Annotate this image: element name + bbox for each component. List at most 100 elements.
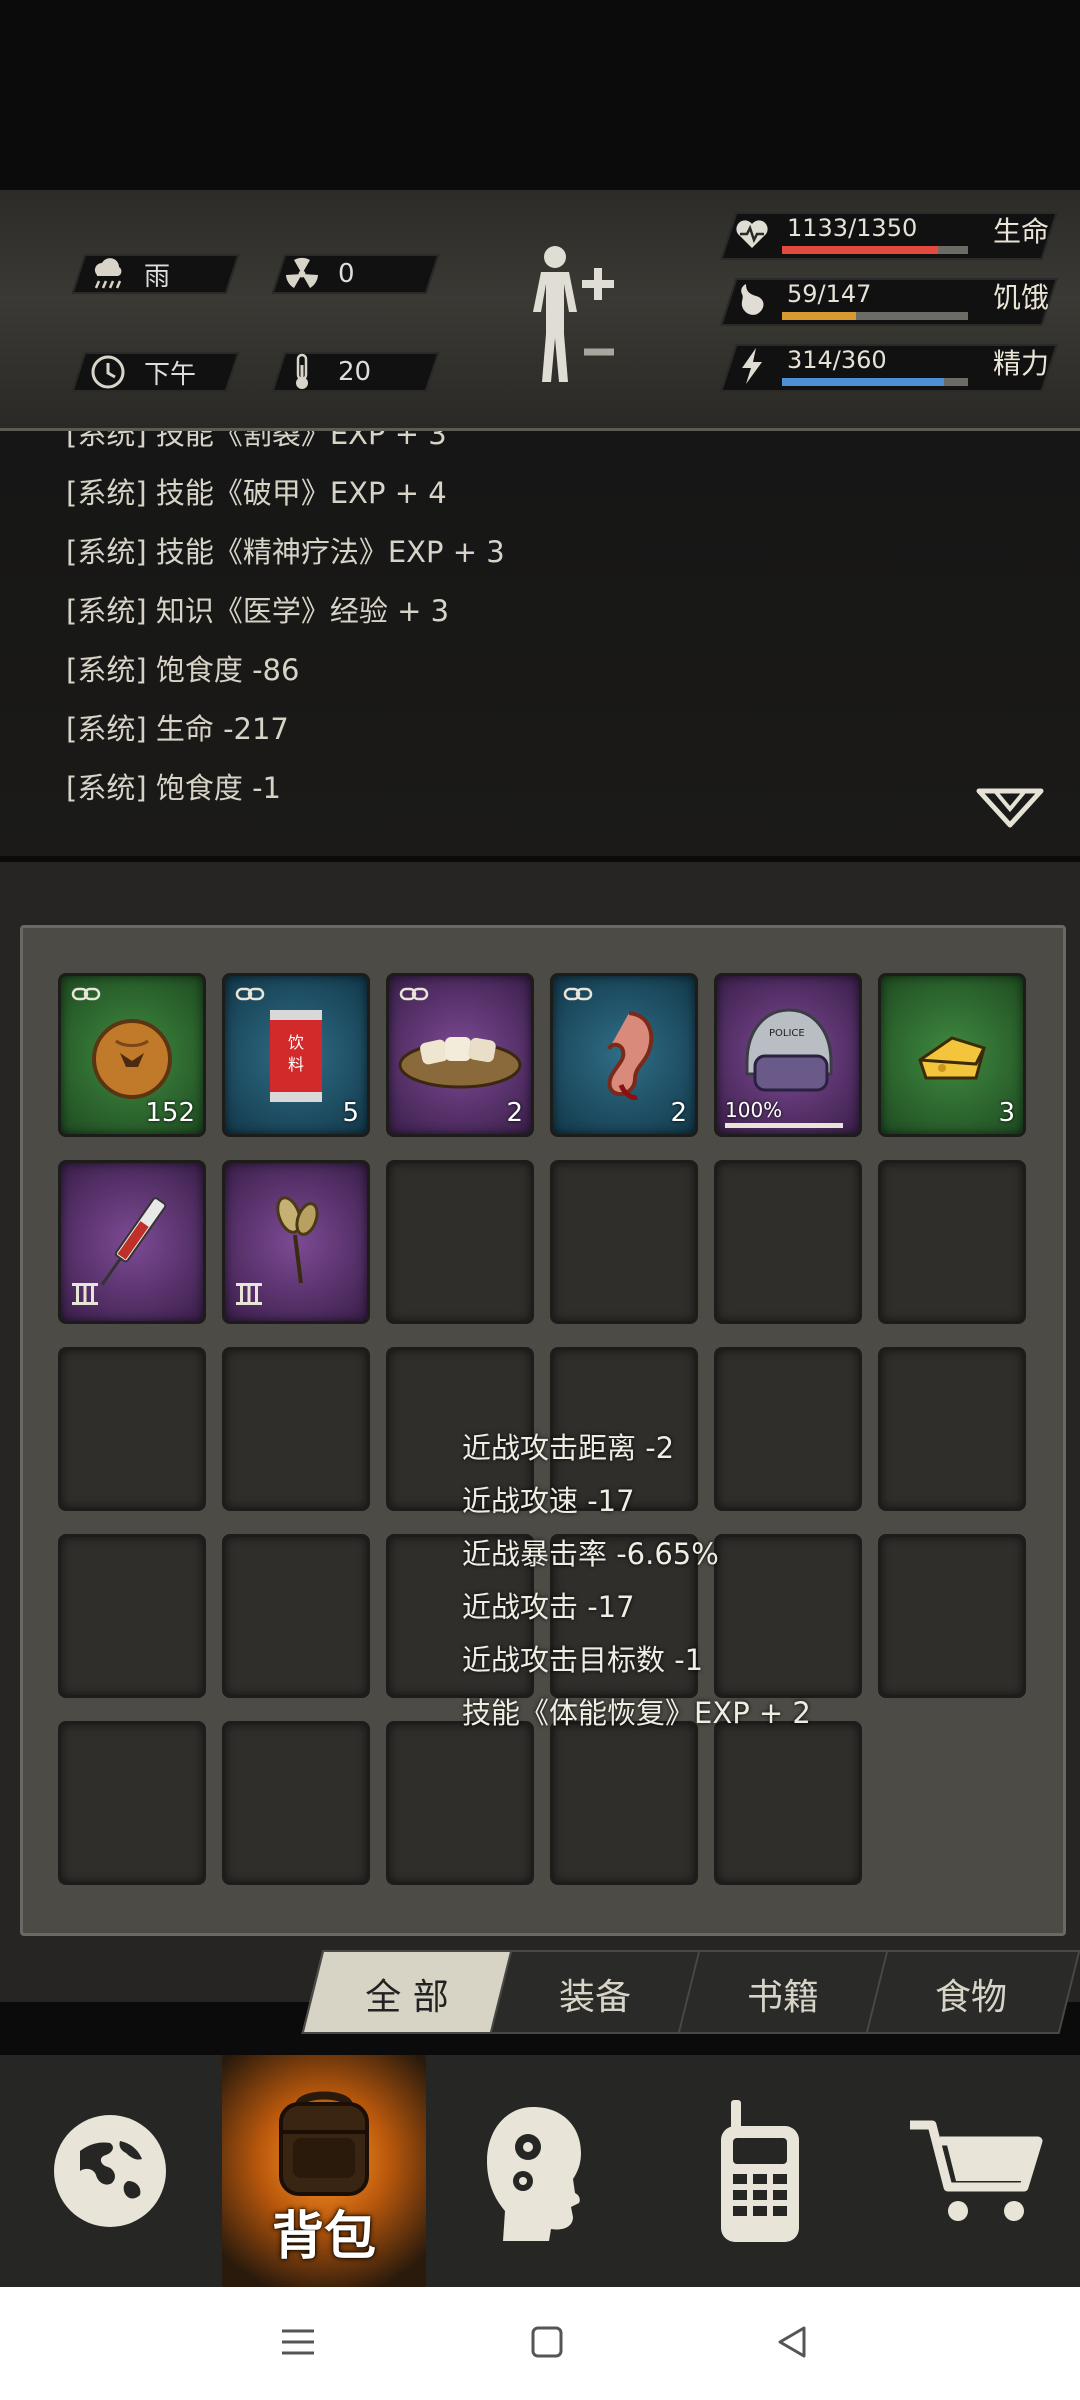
- vital-name: 饥饿: [993, 281, 1050, 314]
- durability-label: 100%: [725, 1098, 783, 1122]
- tab-label: 食物: [934, 1977, 1007, 2018]
- link-icon: [563, 986, 593, 1002]
- heart-icon: [732, 214, 772, 258]
- empty-slot[interactable]: [58, 1347, 206, 1511]
- status-panel: 雨 0 下午 20 1133/1350 生命 59/147 饥饿 314/360 精力: [0, 190, 1080, 431]
- item-bread-plate-slot[interactable]: 2: [386, 973, 534, 1137]
- vital-bar-fill: [782, 312, 857, 320]
- link-icon: [235, 986, 265, 1002]
- empty-slot[interactable]: [714, 1721, 862, 1885]
- globe-icon: [54, 2115, 166, 2227]
- shopping-cart-icon: [910, 2120, 1043, 2221]
- temperature-value: 20: [338, 357, 372, 387]
- vital-value: 59/147: [787, 280, 872, 308]
- log-line: [系统] 饱食度 -1: [66, 771, 281, 805]
- item-count: 2: [670, 1098, 687, 1128]
- menu-lines-icon: [282, 2329, 314, 2355]
- nav-radio-button[interactable]: [650, 2055, 870, 2287]
- item-cheese-slot[interactable]: 3: [878, 973, 1026, 1137]
- item-syringe-slot[interactable]: [58, 1160, 206, 1324]
- item-police-helmet-slot[interactable]: POLICE 100%: [714, 973, 862, 1137]
- radiation-icon: [282, 254, 322, 294]
- empty-slot[interactable]: [550, 1721, 698, 1885]
- durability-bar: [725, 1123, 843, 1128]
- item-ear-slot[interactable]: 2: [550, 973, 698, 1137]
- tier-icon: [235, 1281, 263, 1307]
- tooltip-line: 近战攻击距离 -2: [462, 1431, 675, 1465]
- log-line: [系统] 技能《破甲》EXP + 4: [66, 476, 447, 510]
- weather-label: 雨: [144, 261, 171, 292]
- square-icon: [531, 2326, 563, 2358]
- nav-shop-button[interactable]: [872, 2055, 1080, 2287]
- weather-indicator: 雨: [88, 254, 170, 294]
- walkie-talkie-icon: [721, 2100, 799, 2242]
- nav-backpack-label: 背包: [271, 2207, 376, 2267]
- tab-label: 装备: [558, 1977, 631, 2018]
- nav-skills-button[interactable]: [428, 2055, 648, 2287]
- radiation-indicator: 0: [282, 254, 355, 294]
- bottom-navigation: 背包: [0, 2055, 1080, 2287]
- vital-name: 生命: [993, 215, 1050, 248]
- empty-slot[interactable]: [714, 1160, 862, 1324]
- tab-label: 全 部: [365, 1977, 449, 2018]
- tooltip-line: 近战攻速 -17: [462, 1484, 635, 1518]
- inventory-tabs: 全 部 装备 书籍 食物: [300, 1950, 1080, 2034]
- empty-slot[interactable]: [222, 1721, 370, 1885]
- vital-bar-track: [782, 246, 968, 254]
- svg-text:料: 料: [288, 1055, 304, 1074]
- tier-icon: [71, 1281, 99, 1307]
- head-gears-icon: [487, 2107, 581, 2241]
- empty-slot[interactable]: [878, 1534, 1026, 1698]
- message-log[interactable]: [系统] 技能《割裂》EXP + 3 [系统] 技能《破甲》EXP + 4 [系统]…: [0, 431, 1080, 856]
- time-indicator: 下午: [88, 352, 196, 392]
- vital-name: 精力: [993, 347, 1050, 380]
- rain-icon: [88, 254, 128, 294]
- link-icon: [71, 986, 101, 1002]
- item-fruit-slot[interactable]: 152: [58, 973, 206, 1137]
- energy-icon: [732, 346, 772, 390]
- empty-slot[interactable]: [878, 1160, 1026, 1324]
- collapse-log-button[interactable]: [975, 785, 1045, 837]
- radiation-value: 0: [338, 259, 355, 289]
- link-icon: [399, 986, 429, 1002]
- log-line: [系统] 生命 -217: [66, 712, 289, 746]
- human-body-icon: [533, 246, 614, 382]
- tooltip-line: 技能《体能恢复》EXP + 2: [462, 1696, 811, 1730]
- item-seeds-slot[interactable]: [222, 1160, 370, 1324]
- svg-text:POLICE: POLICE: [769, 1028, 805, 1039]
- time-label: 下午: [144, 359, 197, 390]
- empty-slot[interactable]: [222, 1347, 370, 1511]
- empty-slot[interactable]: [222, 1534, 370, 1698]
- log-line: [系统] 饱食度 -86: [66, 653, 300, 687]
- tab-label: 书籍: [746, 1977, 819, 2018]
- empty-slot[interactable]: [386, 1160, 534, 1324]
- empty-slot[interactable]: [550, 1160, 698, 1324]
- empty-slot[interactable]: [58, 1721, 206, 1885]
- vital-bar-track: [782, 378, 968, 386]
- body-status-button[interactable]: [520, 240, 620, 390]
- log-line: [系统] 技能《割裂》EXP + 3: [66, 431, 447, 451]
- vital-value: 314/360: [787, 346, 887, 374]
- tooltip-line: 近战攻击 -17: [462, 1590, 635, 1624]
- empty-slot[interactable]: [714, 1347, 862, 1511]
- log-line: [系统] 知识《医学》经验 + 3: [66, 594, 450, 628]
- log-line: [系统] 技能《精神疗法》EXP + 3: [66, 535, 505, 569]
- empty-slot[interactable]: [878, 1347, 1026, 1511]
- back-button[interactable]: [776, 2325, 808, 2359]
- item-count: 3: [998, 1098, 1015, 1128]
- item-drink-can-slot[interactable]: 饮料 5: [222, 973, 370, 1137]
- item-count: 5: [342, 1098, 359, 1128]
- nav-backpack-button[interactable]: 背包: [222, 2055, 426, 2287]
- home-button[interactable]: [530, 2325, 564, 2359]
- durability-fill: [725, 1123, 843, 1128]
- empty-slot[interactable]: [714, 1534, 862, 1698]
- nav-map-button[interactable]: [0, 2055, 220, 2287]
- chevron-down-icon: [976, 788, 1044, 828]
- triangle-back-icon: [778, 2326, 806, 2358]
- clock-icon: [88, 352, 128, 392]
- empty-slot[interactable]: [58, 1534, 206, 1698]
- empty-slot[interactable]: [386, 1721, 534, 1885]
- recent-apps-button[interactable]: [280, 2327, 316, 2357]
- vital-value: 1133/1350: [787, 214, 918, 242]
- item-count: 152: [145, 1098, 195, 1128]
